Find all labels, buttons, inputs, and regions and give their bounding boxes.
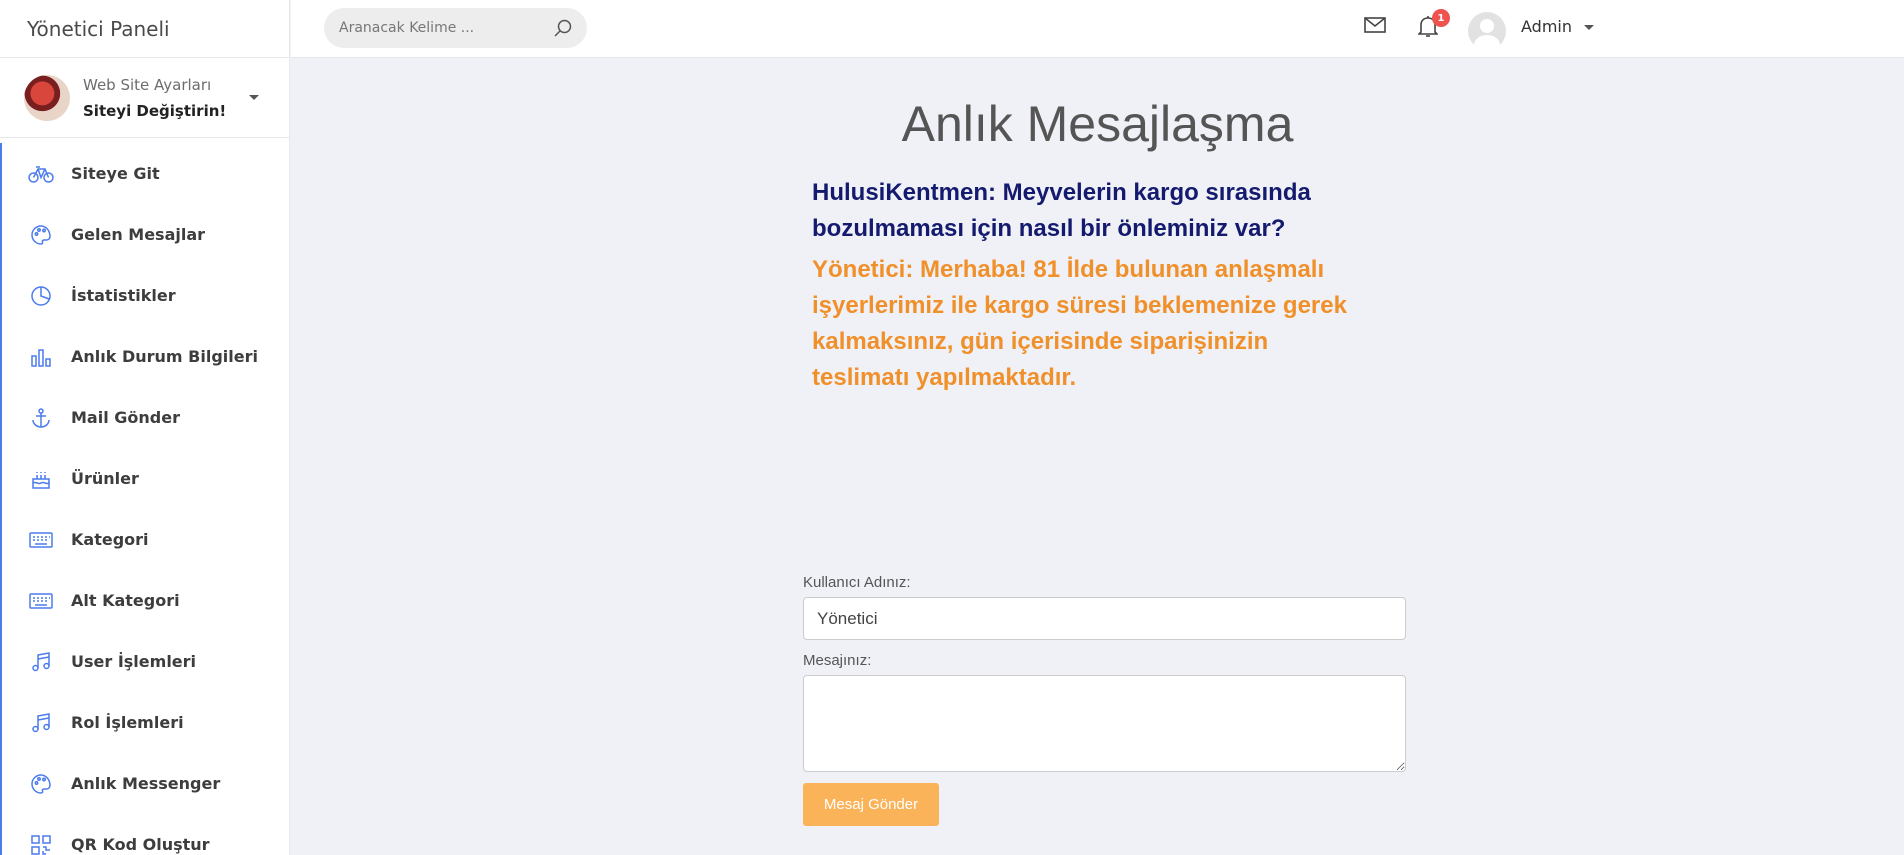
sidebar-item-label: İstatistikler <box>71 286 176 305</box>
site-change-label: Siteyi Değiştirin! <box>83 101 227 120</box>
music-note-icon <box>28 649 54 675</box>
brand-title[interactable]: Yönetici Paneli <box>0 0 289 58</box>
sidebar-item-label: Siteye Git <box>71 164 160 183</box>
sidebar-item-anlik-messenger[interactable]: Anlık Messenger <box>0 753 289 814</box>
topbar <box>291 0 1904 58</box>
caret-down-icon[interactable] <box>1584 25 1594 30</box>
sidebar-item-mail-gonder[interactable]: Mail Gönder <box>0 387 289 448</box>
sidebar-item-alt-kategori[interactable]: Alt Kategori <box>0 570 289 631</box>
sidebar-item-istatistikler[interactable]: İstatistikler <box>0 265 289 326</box>
keyboard-icon <box>28 527 54 553</box>
site-avatar <box>24 74 70 121</box>
avatar[interactable] <box>1468 12 1506 50</box>
sidebar-item-label: Anlık Messenger <box>71 774 221 793</box>
pie-chart-icon <box>28 283 54 309</box>
user-name[interactable]: Admin <box>1521 17 1572 36</box>
caret-down-icon[interactable] <box>249 95 259 100</box>
sidebar-item-label: Mail Gönder <box>71 408 180 427</box>
sidebar-item-kategori[interactable]: Kategori <box>0 509 289 570</box>
message-list: HulusiKentmen: Meyvelerin kargo sırasınd… <box>812 175 1372 396</box>
sidebar-item-label: Anlık Durum Bilgileri <box>71 347 258 366</box>
message-textarea[interactable] <box>803 675 1406 772</box>
sidebar-item-label: Rol İşlemleri <box>71 713 184 732</box>
sidebar-item-gelen-mesajlar[interactable]: Gelen Mesajlar <box>0 204 289 265</box>
page-title: Anlık Mesajlaşma <box>901 96 1294 152</box>
sidebar-item-label: User İşlemleri <box>71 652 197 671</box>
sidebar-item-urunler[interactable]: Ürünler <box>0 448 289 509</box>
keyboard-icon <box>28 588 54 614</box>
search-icon[interactable] <box>553 18 573 42</box>
sidebar-item-label: Alt Kategori <box>71 591 180 610</box>
bar-chart-icon <box>28 344 54 370</box>
notification-badge: 1 <box>1432 9 1450 27</box>
palette-icon <box>28 771 54 797</box>
qr-code-icon <box>28 832 54 855</box>
music-note-icon <box>28 710 54 736</box>
site-switcher[interactable]: Web Site Ayarları Siteyi Değiştirin! <box>0 58 289 138</box>
sidebar: Yönetici Paneli Web Site Ayarları Siteyi… <box>0 0 290 855</box>
sidebar-item-qr-kod[interactable]: QR Kod Oluştur <box>0 814 289 855</box>
sidebar-item-label: QR Kod Oluştur <box>71 835 210 854</box>
sidebar-nav: Siteye Git Gelen Mesajlar İstatistikler … <box>0 143 289 855</box>
message-label: Mesajınız: <box>803 652 872 669</box>
sidebar-item-siteye-git[interactable]: Siteye Git <box>0 143 289 204</box>
sidebar-item-label: Gelen Mesajlar <box>71 225 206 244</box>
search-input[interactable] <box>339 20 539 36</box>
bicycle-icon <box>28 161 54 187</box>
site-settings-label: Web Site Ayarları <box>83 75 212 94</box>
cake-icon <box>28 466 54 492</box>
chat-message: HulusiKentmen: Meyvelerin kargo sırasınd… <box>812 179 1311 242</box>
anchor-icon <box>28 405 54 431</box>
message-form: Kullanıcı Adınız: Mesajınız: Mesaj Gönde… <box>803 574 1406 826</box>
sidebar-item-user-islemleri[interactable]: User İşlemleri <box>0 631 289 692</box>
username-field[interactable] <box>803 597 1406 640</box>
username-label: Kullanıcı Adınız: <box>803 574 911 591</box>
sidebar-item-label: Ürünler <box>71 469 139 488</box>
chat-message: Yönetici: Merhaba! 81 İlde bulunan anlaş… <box>812 256 1347 391</box>
send-message-button[interactable]: Mesaj Gönder <box>803 783 939 826</box>
sidebar-item-label: Kategori <box>71 530 149 549</box>
palette-icon <box>28 222 54 248</box>
mail-icon[interactable] <box>1364 17 1386 37</box>
sidebar-item-anlik-durum[interactable]: Anlık Durum Bilgileri <box>0 326 289 387</box>
search-box <box>324 8 587 48</box>
sidebar-item-rol-islemleri[interactable]: Rol İşlemleri <box>0 692 289 753</box>
